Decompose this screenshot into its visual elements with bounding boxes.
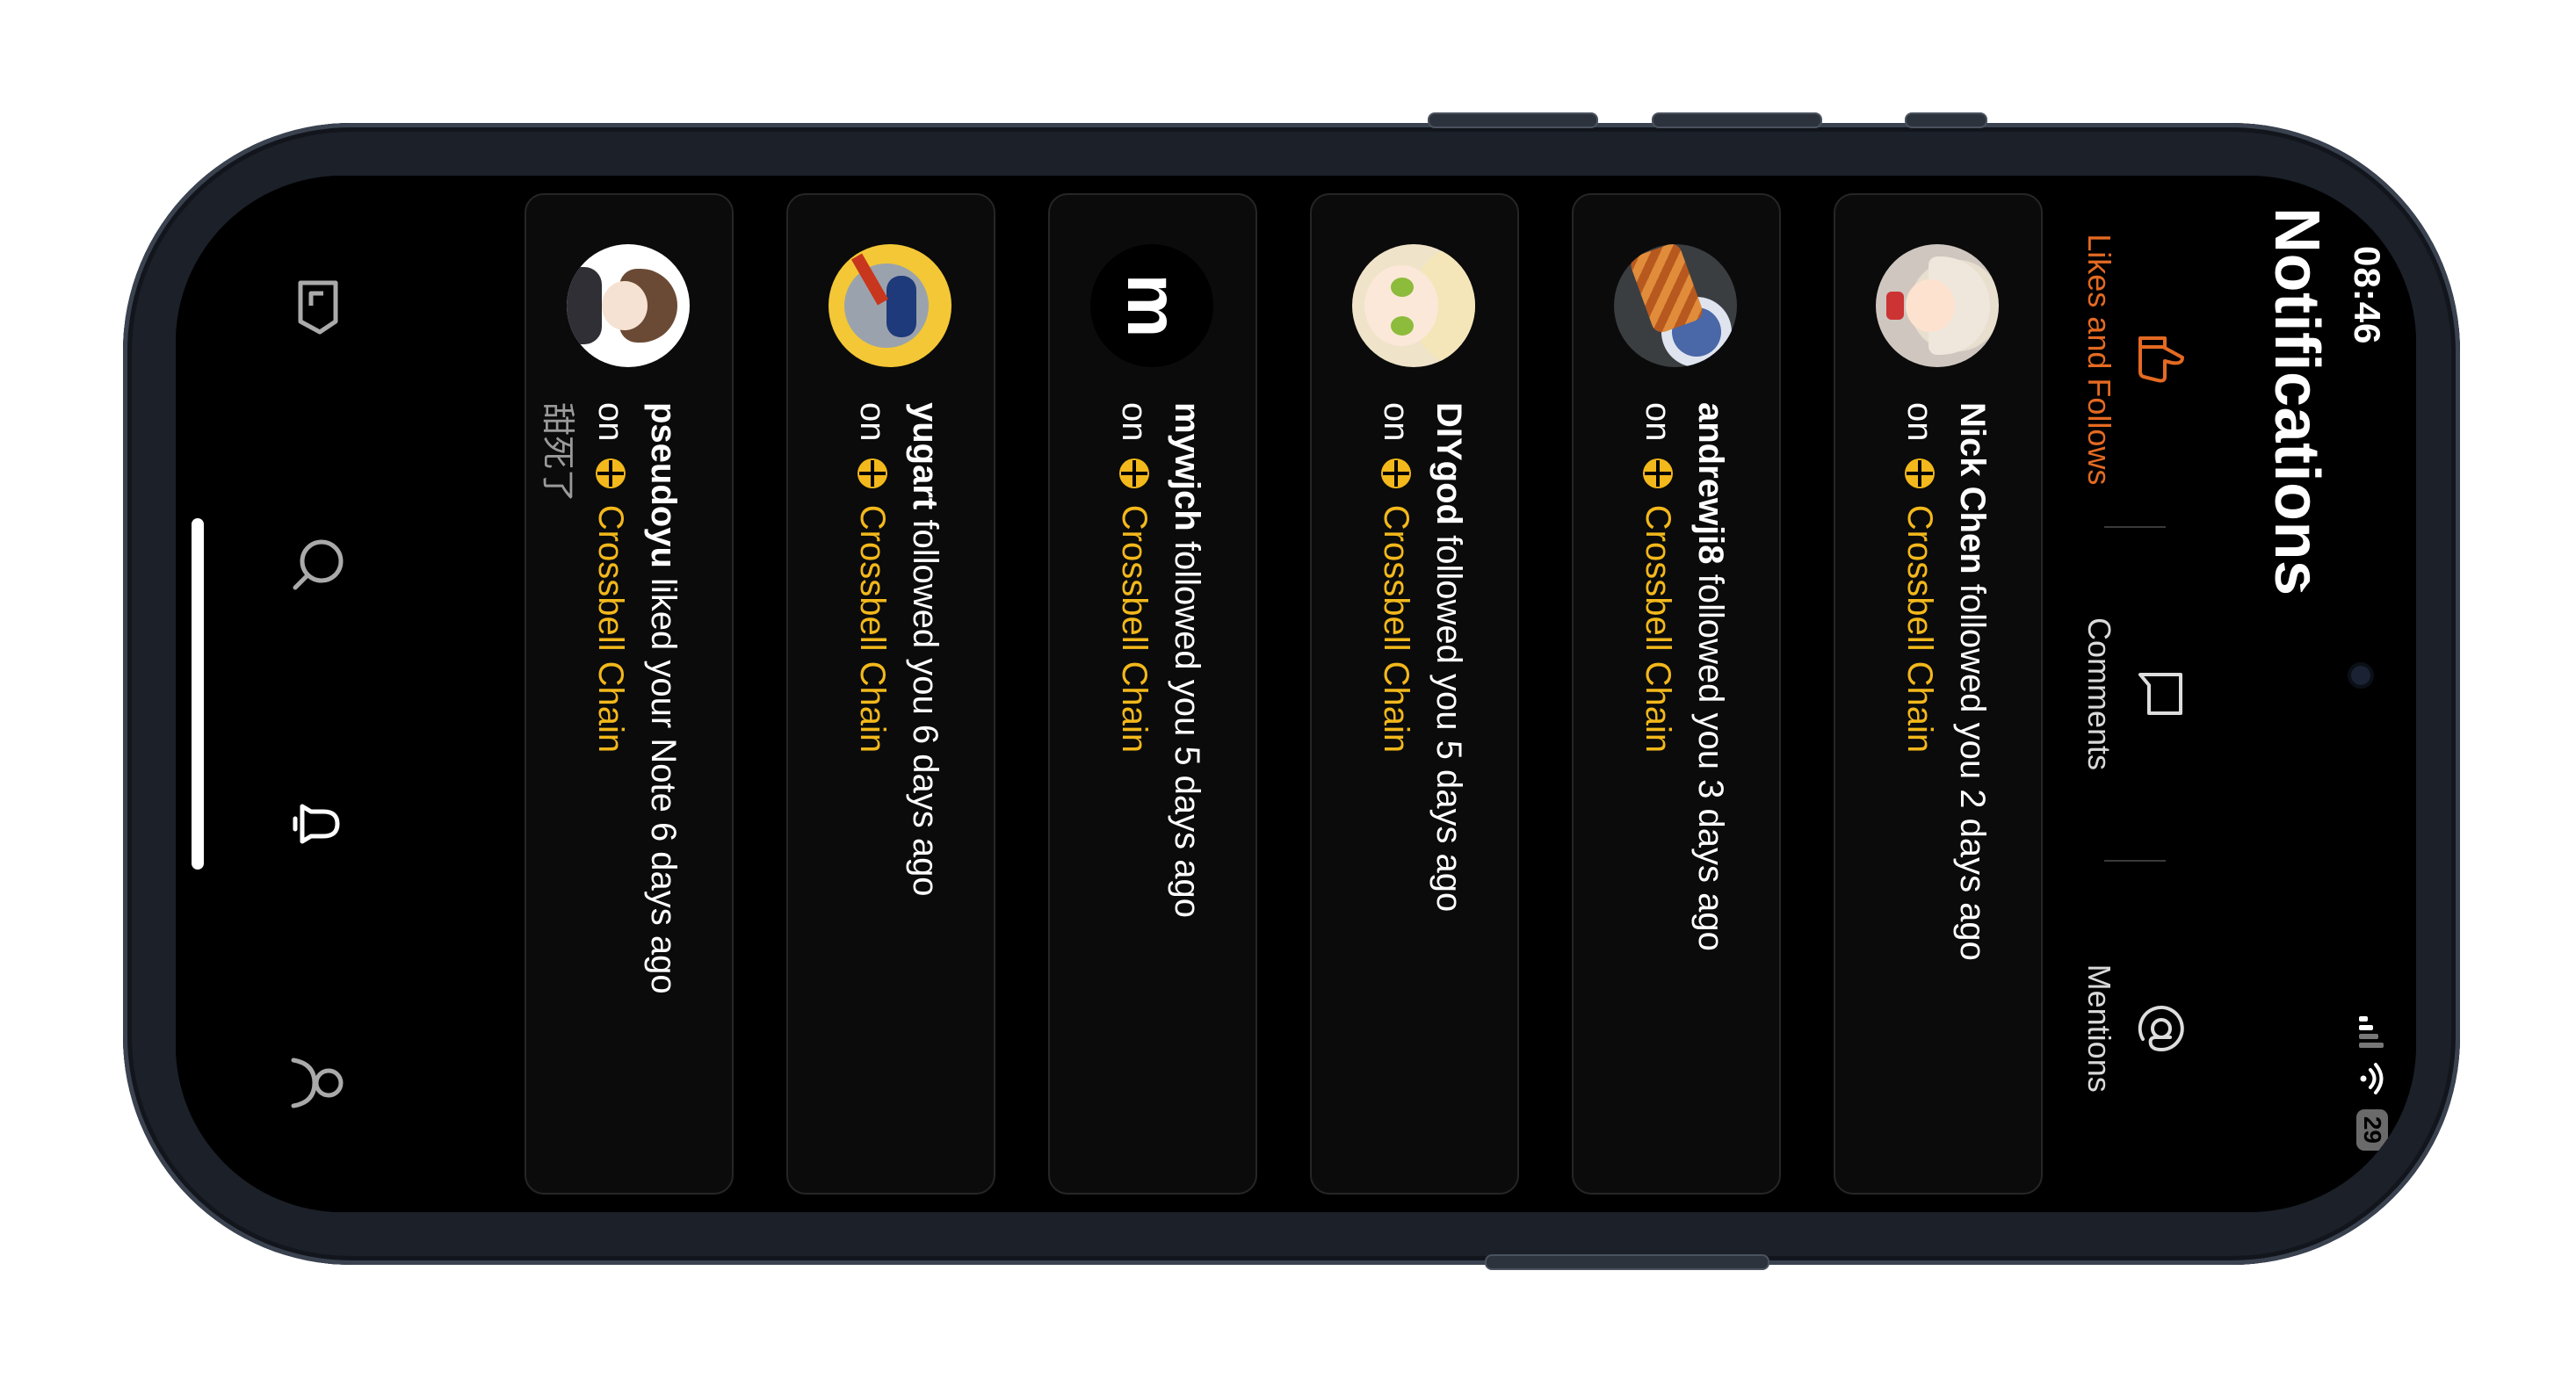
wifi-icon (2359, 1062, 2385, 1095)
notification-item[interactable]: m mywjch followed you 5 days ago on Cros… (1048, 193, 1257, 1195)
volume-button (1652, 112, 1822, 128)
notification-user[interactable]: pseudoyu (644, 402, 683, 568)
notification-action: liked your Note 6 days ago (644, 578, 683, 994)
notification-chain[interactable]: Crossbell Chain (591, 505, 630, 753)
notification-user[interactable]: Nick Chen (1953, 402, 1992, 574)
notification-user[interactable]: yugart (906, 402, 944, 509)
notification-on: on (1115, 402, 1154, 442)
notification-item[interactable]: pseudoyu liked your Note 6 days ago on C… (525, 193, 734, 1195)
nav-home[interactable] (279, 271, 353, 341)
crossbell-icon (596, 458, 626, 488)
home-indicator[interactable] (192, 518, 204, 870)
tab-bar: Likes and Follows Comments Mentions (2056, 193, 2214, 1195)
avatar-face (1906, 279, 1955, 332)
notification-text: yugart followed you 6 days ago on Crossb… (846, 402, 952, 897)
crossbell-icon (1381, 458, 1411, 488)
notification-text: andrewji8 followed you 3 days ago on Cro… (1632, 402, 1737, 951)
avatar-bow (1886, 292, 1904, 320)
notification-item[interactable]: DIYgod followed you 5 days ago on Crossb… (1310, 193, 1519, 1195)
crossbell-icon (1905, 458, 1935, 488)
app-root: 08:46 29 Notifications Likes and Follows… (176, 176, 2416, 1212)
notification-action: followed you 5 days ago (1168, 540, 1206, 919)
notification-user[interactable]: DIYgod (1429, 402, 1468, 525)
page-title: Notifications (2261, 207, 2332, 596)
avatar: m (1090, 244, 1213, 367)
volume-button (1428, 112, 1598, 128)
tab-label: Mentions (2081, 964, 2117, 1093)
avatar-shirt (567, 267, 602, 344)
notification-item[interactable]: yugart followed you 6 days ago on Crossb… (786, 193, 995, 1195)
notification-action: followed you 5 days ago (1429, 535, 1468, 913)
notification-on: on (1900, 402, 1939, 442)
tab-label: Comments (2081, 617, 2117, 771)
notification-text: pseudoyu liked your Note 6 days ago on C… (531, 402, 690, 994)
comment-icon (2138, 673, 2182, 715)
crossbell-icon (857, 458, 887, 488)
profile-icon (291, 1058, 344, 1108)
nav-notifications[interactable] (279, 789, 353, 859)
notification-on: on (591, 402, 630, 442)
notification-chain[interactable]: Crossbell Chain (853, 505, 892, 753)
notification-text: Nick Chen followed you 2 days ago on Cro… (1893, 402, 1999, 961)
notification-on: on (853, 402, 892, 442)
avatar (829, 244, 952, 367)
notification-text: DIYgod followed you 5 days ago on Crossb… (1370, 402, 1475, 912)
notch (2293, 562, 2416, 826)
signal-icon (2359, 1015, 2385, 1048)
mute-switch (1905, 112, 1987, 128)
notification-on: on (1639, 402, 1677, 442)
notification-chain[interactable]: Crossbell Chain (1639, 505, 1677, 753)
note-excerpt: 甜死了 (539, 402, 575, 503)
notification-list: Nick Chen followed you 2 days ago on Cro… (472, 193, 2043, 1195)
avatar (1614, 244, 1737, 367)
tab-label: Likes and Follows (2081, 234, 2117, 486)
notification-item[interactable]: andrewji8 followed you 3 days ago on Cro… (1572, 193, 1781, 1195)
camera-icon (2351, 666, 2370, 685)
crossbell-icon (1643, 458, 1673, 488)
notification-chain[interactable]: Crossbell Chain (1115, 505, 1154, 753)
status-icons: 29 (2356, 1015, 2388, 1151)
notification-item[interactable]: Nick Chen followed you 2 days ago on Cro… (1834, 193, 2043, 1195)
avatar-eye (1391, 278, 1414, 297)
power-button (1485, 1254, 1769, 1270)
notification-on: on (1377, 402, 1415, 442)
notification-user[interactable]: andrewji8 (1691, 402, 1730, 565)
avatar-eye (1391, 316, 1414, 336)
status-time: 08:46 (2347, 246, 2388, 345)
notification-action: followed you 2 days ago (1953, 583, 1992, 961)
avatar-visor (886, 276, 916, 337)
notification-action: followed you 3 days ago (1691, 574, 1730, 951)
avatar (1876, 244, 1999, 367)
avatar (1352, 244, 1475, 367)
notification-chain[interactable]: Crossbell Chain (1900, 505, 1939, 753)
notification-action: followed you 6 days ago (906, 519, 944, 897)
notification-chain[interactable]: Crossbell Chain (1377, 505, 1415, 753)
nav-profile[interactable] (279, 1048, 353, 1118)
tab-likes-and-follows[interactable]: Likes and Follows (2056, 193, 2214, 526)
bell-icon (293, 804, 340, 843)
at-sign-icon (2138, 1005, 2184, 1051)
bottom-nav (176, 176, 404, 1212)
crossbell-icon (1119, 458, 1149, 488)
battery-icon: 29 (2356, 1108, 2388, 1151)
nav-search[interactable] (279, 530, 353, 600)
thumbs-up-icon (2138, 336, 2184, 383)
tab-comments[interactable]: Comments (2056, 528, 2214, 861)
search-icon (293, 539, 344, 589)
home-icon (298, 280, 338, 334)
screen: 08:46 29 Notifications Likes and Follows… (176, 176, 2416, 1212)
tab-mentions[interactable]: Mentions (2056, 862, 2214, 1195)
avatar-face (602, 281, 648, 330)
notification-user[interactable]: mywjch (1168, 402, 1206, 531)
avatar (567, 244, 690, 367)
notification-text: mywjch followed you 5 days ago on Crossb… (1108, 402, 1213, 918)
